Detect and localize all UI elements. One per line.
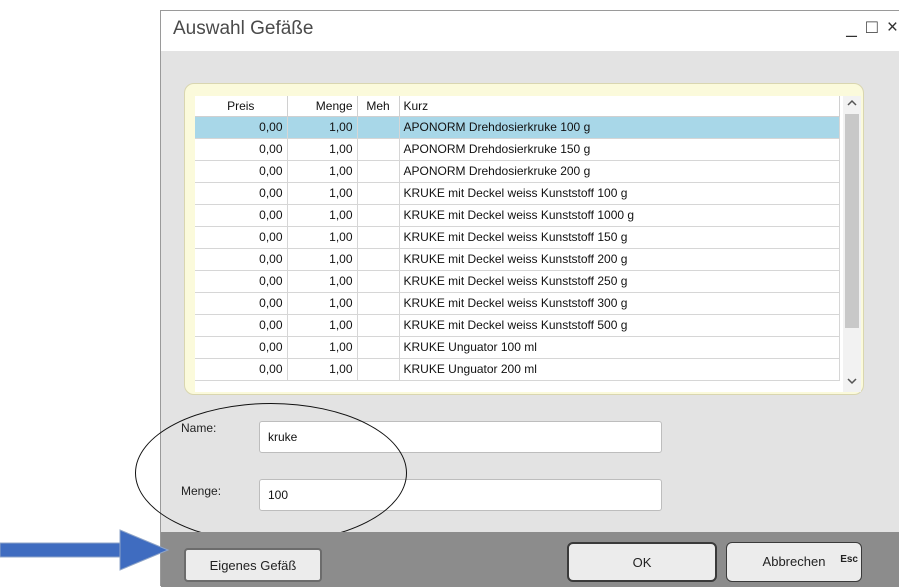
table-cell-preis: 0,00 [195, 116, 288, 139]
ok-button[interactable]: OK [567, 542, 717, 582]
table-cell-menge: 1,00 [287, 270, 358, 293]
table-cell-preis: 0,00 [195, 270, 288, 293]
table-cell-menge: 1,00 [287, 336, 358, 359]
table-row[interactable]: 0,00 1,00 KRUKE mit Deckel weiss Kunststof… [195, 270, 840, 293]
table-cell-kurz: KRUKE mit Deckel weiss Kunststoff 1000 g [399, 204, 840, 227]
table-cell-menge: 1,00 [287, 182, 358, 205]
table-cell-meh [357, 336, 400, 359]
scrollbar-thumb[interactable] [845, 114, 859, 328]
table-cell-kurz: APONORM Drehdosierkruke 150 g [399, 138, 840, 161]
table-row[interactable]: 0,00 1,00 APONORM Drehdosierkruke 200 g [195, 160, 840, 183]
table-cell-preis: 0,00 [195, 160, 288, 183]
own-vessel-button-label: Eigenes Gefäß [209, 558, 297, 573]
vessel-table: Preis Menge Meh Kurz 0,00 1,00 APONORM Dre… [195, 96, 840, 381]
table-cell-kurz: KRUKE Unguator 200 ml [399, 358, 840, 381]
table-cell-preis: 0,00 [195, 314, 288, 337]
name-label: Name: [181, 421, 217, 435]
table-row[interactable]: 0,00 1,00 KRUKE mit Deckel weiss Kunststof… [195, 182, 840, 205]
table-cell-menge: 1,00 [287, 160, 358, 183]
table-cell-preis: 0,00 [195, 358, 288, 381]
table-cell-menge: 1,00 [287, 358, 358, 381]
table-cell-meh [357, 358, 400, 381]
table-cell-preis: 0,00 [195, 226, 288, 249]
table-cell-kurz: KRUKE mit Deckel weiss Kunststoff 150 g [399, 226, 840, 249]
own-vessel-button[interactable]: Eigenes Gefäß [184, 548, 322, 582]
page-background [0, 0, 899, 4]
table-row[interactable]: 0,00 1,00 KRUKE Unguator 200 ml [195, 358, 840, 381]
table-cell-meh [357, 204, 400, 227]
table-row[interactable]: 0,00 1,00 KRUKE mit Deckel weiss Kunststof… [195, 204, 840, 227]
chevron-up-icon[interactable] [843, 96, 861, 114]
table-cell-kurz: APONORM Drehdosierkruke 100 g [399, 116, 840, 139]
table-cell-preis: 0,00 [195, 182, 288, 205]
table-row[interactable]: 0,00 1,00 KRUKE mit Deckel weiss Kunststof… [195, 226, 840, 249]
table-cell-preis: 0,00 [195, 292, 288, 315]
ok-button-label: OK [632, 555, 652, 570]
cancel-button-label: Abbrechen [762, 554, 826, 569]
table-cell-meh [357, 160, 400, 183]
table-cell-menge: 1,00 [287, 292, 358, 315]
table-cell-preis: 0,00 [195, 204, 288, 227]
table-cell-meh [357, 116, 400, 139]
window-controls: _ □ × [845, 17, 899, 39]
table-cell-kurz: KRUKE mit Deckel weiss Kunststoff 300 g [399, 292, 840, 315]
table-cell-menge: 1,00 [287, 116, 358, 139]
table-row[interactable]: 0,00 1,00 KRUKE mit Deckel weiss Kunststof… [195, 314, 840, 337]
table-body: 0,00 1,00 APONORM Drehdosierkruke 100 g 0,0… [195, 116, 840, 381]
vessel-grid: Preis Menge Meh Kurz 0,00 1,00 APONORM Dre… [195, 96, 861, 392]
table-cell-preis: 0,00 [195, 336, 288, 359]
vessel-selection-dialog: Auswahl Gefäße _ □ × Preis Menge Meh Kur… [135, 10, 899, 587]
table-cell-meh [357, 226, 400, 249]
table-cell-menge: 1,00 [287, 314, 358, 337]
table-cell-menge: 1,00 [287, 138, 358, 161]
close-button[interactable]: × [886, 17, 899, 39]
table-row[interactable]: 0,00 1,00 KRUKE mit Deckel weiss Kunststof… [195, 248, 840, 271]
table-cell-kurz: KRUKE mit Deckel weiss Kunststoff 250 g [399, 270, 840, 293]
column-header-kurz[interactable]: Kurz [399, 96, 840, 117]
table-cell-preis: 0,00 [195, 138, 288, 161]
vessel-list-panel: Preis Menge Meh Kurz 0,00 1,00 APONORM Dre… [184, 83, 864, 395]
column-header-menge[interactable]: Menge [287, 96, 358, 117]
table-row[interactable]: 0,00 1,00 KRUKE mit Deckel weiss Kunststof… [195, 292, 840, 315]
name-input[interactable]: kruke [259, 421, 662, 453]
arrow-right-icon [0, 529, 170, 571]
esc-shortcut-badge: Esc [840, 554, 858, 565]
column-header-preis[interactable]: Preis [195, 96, 288, 117]
table-row[interactable]: 0,00 1,00 KRUKE Unguator 100 ml [195, 336, 840, 359]
table-header-row: Preis Menge Meh Kurz [195, 96, 840, 117]
menge-label: Menge: [181, 484, 222, 498]
column-header-meh[interactable]: Meh [357, 96, 400, 117]
table-cell-meh [357, 182, 400, 205]
title-bar[interactable]: Auswahl Gefäße _ □ × [161, 11, 899, 51]
vertical-scrollbar[interactable] [843, 96, 861, 392]
menge-input[interactable]: 100 [259, 479, 662, 511]
table-cell-meh [357, 270, 400, 293]
minimize-button[interactable]: _ [845, 17, 859, 39]
table-cell-meh [357, 292, 400, 315]
table-row[interactable]: 0,00 1,00 APONORM Drehdosierkruke 100 g [195, 116, 840, 139]
table-cell-menge: 1,00 [287, 204, 358, 227]
table-cell-menge: 1,00 [287, 226, 358, 249]
dialog-title: Auswahl Gefäße [173, 18, 314, 39]
table-cell-menge: 1,00 [287, 248, 358, 271]
table-cell-kurz: KRUKE mit Deckel weiss Kunststoff 500 g [399, 314, 840, 337]
table-cell-kurz: KRUKE mit Deckel weiss Kunststoff 200 g [399, 248, 840, 271]
cancel-button[interactable]: Abbrechen Esc [726, 542, 862, 582]
table-cell-kurz: KRUKE mit Deckel weiss Kunststoff 100 g [399, 182, 840, 205]
chevron-down-icon[interactable] [843, 374, 861, 392]
table-cell-preis: 0,00 [195, 248, 288, 271]
table-cell-kurz: KRUKE Unguator 100 ml [399, 336, 840, 359]
table-cell-kurz: APONORM Drehdosierkruke 200 g [399, 160, 840, 183]
maximize-button[interactable]: □ [865, 17, 879, 39]
table-cell-meh [357, 138, 400, 161]
table-cell-meh [357, 248, 400, 271]
table-row[interactable]: 0,00 1,00 APONORM Drehdosierkruke 150 g [195, 138, 840, 161]
table-cell-meh [357, 314, 400, 337]
